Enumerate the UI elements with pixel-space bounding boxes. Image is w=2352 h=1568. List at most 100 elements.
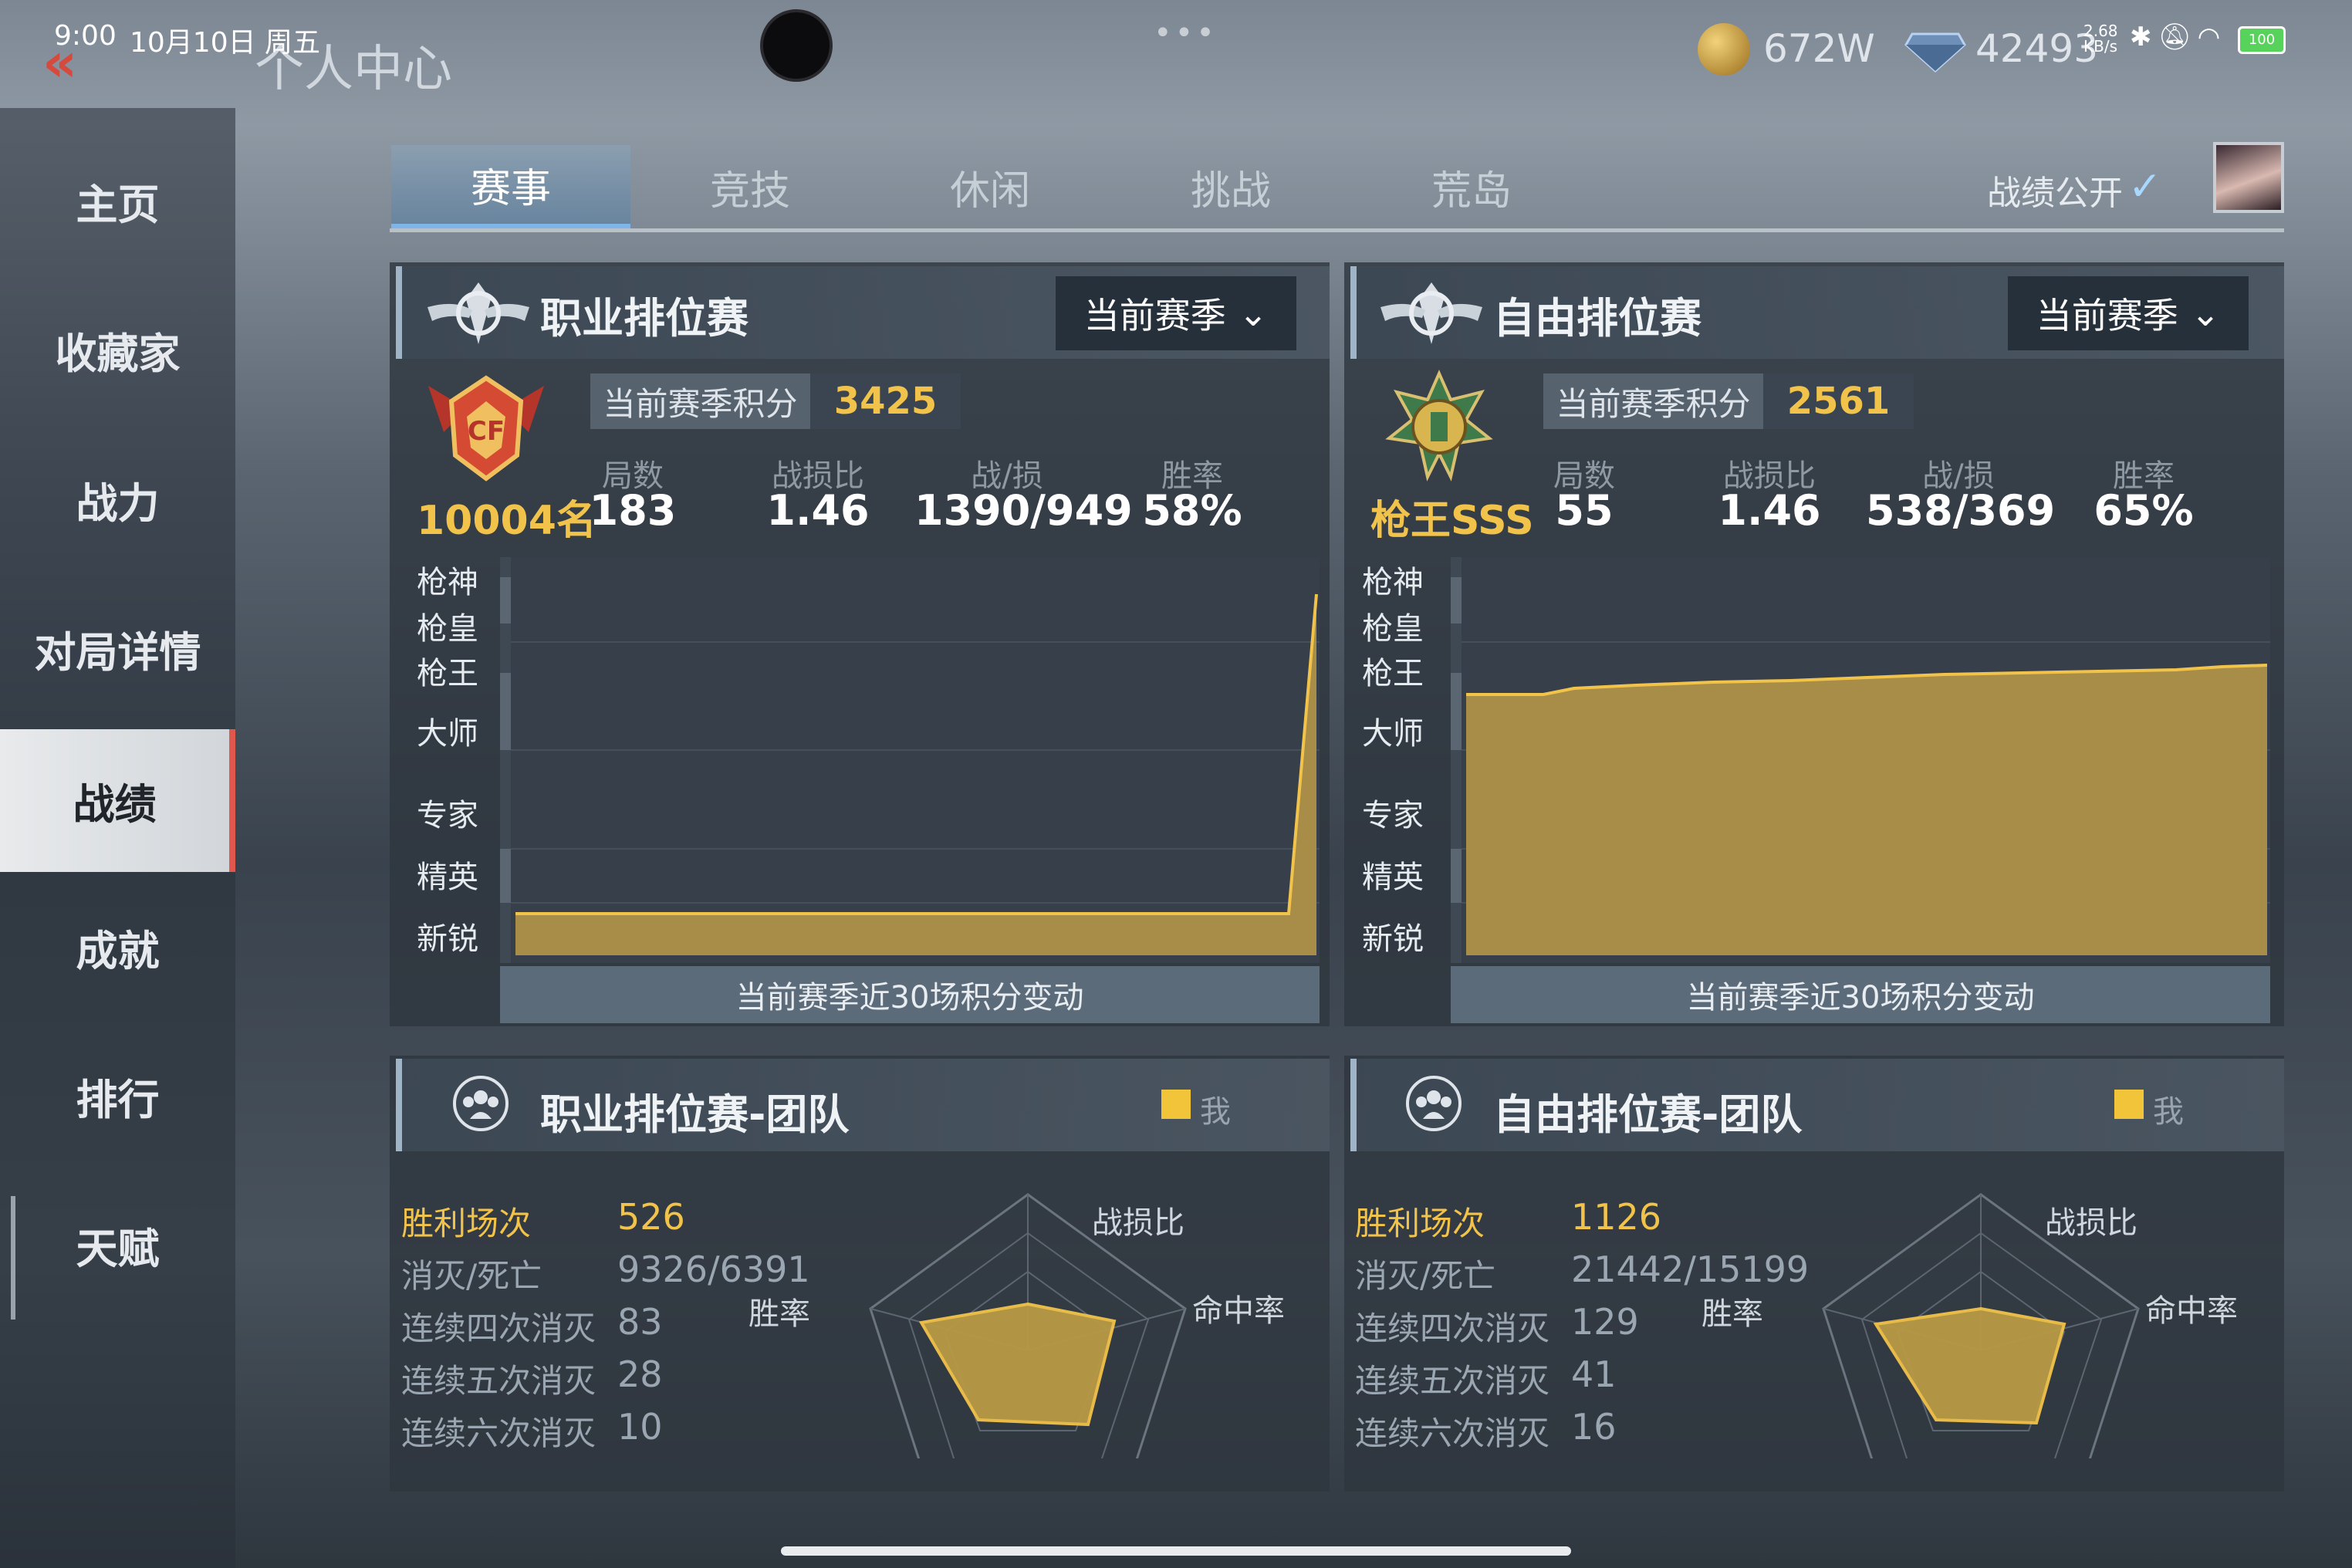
- radar-label: 胜率: [1701, 1296, 1763, 1332]
- team-stat-label: 连续五次消灭: [1355, 1362, 1550, 1400]
- free-chart-caption: 当前赛季近30场积分变动: [1451, 966, 2270, 1023]
- tab-island[interactable]: 荒岛: [1352, 145, 1591, 228]
- status-date: 10月10日 周五: [130, 27, 321, 59]
- pro-season-label: 当前赛季: [1083, 295, 1226, 336]
- sidebar-item-achievement[interactable]: 成就: [0, 874, 235, 1020]
- team-stat-value: 21442/15199: [1571, 1249, 1810, 1290]
- free-score-value: 2561: [1763, 373, 1914, 429]
- team-stat-value: 41: [1571, 1353, 1617, 1395]
- pro-stat-value: 183: [589, 486, 677, 535]
- tier-label: 新锐: [417, 921, 478, 957]
- team-stat-label: 胜利场次: [1355, 1205, 1485, 1242]
- tier-label: 枪神: [1362, 565, 1424, 600]
- tier-label: 枪皇: [417, 611, 478, 647]
- team-stat-label: 消灭/死亡: [1355, 1257, 1496, 1295]
- team-stat-label: 连续六次消灭: [401, 1414, 596, 1452]
- tab-events[interactable]: 赛事: [391, 145, 630, 228]
- radar-label: 战损比: [2045, 1205, 2137, 1241]
- radar-label: 战损比: [1092, 1205, 1184, 1241]
- network-speed-value: 2.68: [2083, 22, 2118, 40]
- team-stat-value: 28: [617, 1353, 663, 1395]
- pro-season-dropdown[interactable]: 当前赛季 ⌄: [1056, 276, 1296, 350]
- legend-swatch: [1161, 1090, 1191, 1119]
- sidebar-item-collector[interactable]: 收藏家: [0, 276, 235, 423]
- pro-rank-badge-icon: CF: [428, 375, 544, 482]
- diamond-count: 42493: [1975, 26, 2099, 71]
- legend-me-label: 我: [2153, 1094, 2184, 1130]
- bluetooth-icon: ✱: [2130, 22, 2158, 52]
- sidebar-item-home[interactable]: 主页: [0, 127, 235, 274]
- sidebar-item-record[interactable]: 战绩: [0, 729, 235, 872]
- free-score-label: 当前赛季积分: [1543, 373, 1763, 429]
- avatar[interactable]: [2213, 142, 2284, 213]
- free-stat-value: 538/369: [1866, 486, 2056, 535]
- sidebar-item-power[interactable]: 战力: [0, 426, 235, 573]
- radar-label: 胜率: [749, 1296, 810, 1332]
- team-stat-value: 129: [1571, 1301, 1639, 1343]
- pro-score-chart: [500, 557, 1320, 963]
- more-dots-icon[interactable]: •••: [1154, 15, 1218, 51]
- free-rank-badge-icon: [1385, 370, 1493, 482]
- network-speed-unit: KB/s: [2083, 37, 2117, 56]
- pro-rank-title: 职业排位赛: [540, 294, 749, 343]
- tier-label: 精英: [1362, 860, 1424, 895]
- pro-chart-caption: 当前赛季近30场积分变动: [500, 966, 1320, 1023]
- camera-cutout: [760, 9, 833, 82]
- tab-challenge[interactable]: 挑战: [1111, 145, 1350, 228]
- wings-emblem-icon: [427, 282, 529, 344]
- coin-count: 672W: [1763, 26, 1875, 71]
- team-stat-value: 16: [1571, 1406, 1617, 1448]
- chevron-down-icon: ⌄: [2190, 292, 2221, 334]
- pro-team-title: 职业排位赛-团队: [540, 1090, 850, 1139]
- tier-label: 专家: [417, 798, 478, 833]
- free-stat-value: 65%: [2093, 486, 2194, 535]
- record-public-checkbox[interactable]: ✓: [2128, 167, 2165, 207]
- pro-score-value: 3425: [810, 373, 961, 429]
- mute-icon: 🔕︎: [2158, 22, 2198, 52]
- team-icon: [453, 1076, 509, 1131]
- team-stat-value: 83: [617, 1301, 663, 1343]
- tier-label: 枪王: [417, 656, 478, 691]
- team-stat-label: 胜利场次: [401, 1205, 532, 1242]
- sidebar-item-talent[interactable]: 天赋: [0, 1171, 235, 1318]
- free-score-chart-svg: [1451, 557, 2270, 963]
- svg-text:CF: CF: [468, 416, 505, 447]
- team-stat-value: 9326/6391: [617, 1249, 810, 1290]
- team-stat-value: 526: [617, 1196, 685, 1238]
- tab-competitive[interactable]: 竞技: [630, 145, 870, 228]
- free-season-dropdown[interactable]: 当前赛季 ⌄: [2008, 276, 2249, 350]
- tier-label: 大师: [417, 716, 478, 752]
- pro-score-chart-svg: [500, 557, 1320, 963]
- sidebar-item-match-detail[interactable]: 对局详情: [0, 575, 235, 721]
- team-stat-label: 连续四次消灭: [401, 1309, 596, 1347]
- radar-label: 命中率: [1192, 1293, 1285, 1329]
- tab-casual[interactable]: 休闲: [870, 145, 1110, 228]
- sidebar-item-ranking[interactable]: 排行: [0, 1022, 235, 1169]
- tier-label: 精英: [417, 860, 478, 895]
- sidebar-scrollbar[interactable]: [11, 1196, 15, 1320]
- diamond-icon: [1904, 32, 1966, 73]
- free-stat-value: 55: [1555, 486, 1614, 535]
- tier-label: 枪神: [417, 565, 478, 600]
- tier-label: 专家: [1362, 798, 1424, 833]
- team-stat-label: 连续四次消灭: [1355, 1309, 1550, 1347]
- team-stat-value: 10: [617, 1406, 663, 1448]
- tier-label: 枪皇: [1362, 611, 1424, 647]
- free-team-title: 自由排位赛-团队: [1493, 1090, 1803, 1139]
- tier-label: 大师: [1362, 716, 1424, 752]
- wings-emblem-icon: [1380, 282, 1482, 344]
- free-score-chart: [1451, 557, 2270, 963]
- free-rank-title: 自由排位赛: [1493, 294, 1701, 343]
- battery-icon: 100: [2238, 26, 2286, 54]
- record-public-label: 战绩公开: [1987, 174, 2123, 213]
- pro-stat-value: 58%: [1142, 486, 1242, 535]
- network-speed: 2.68 KB/s: [2083, 23, 2118, 54]
- free-stat-value: 1.46: [1718, 486, 1821, 535]
- status-time: 9:00: [54, 20, 117, 52]
- coin-icon: [1698, 23, 1750, 76]
- team-stat-label: 连续五次消灭: [401, 1362, 596, 1400]
- legend-swatch: [2114, 1090, 2144, 1119]
- team-stat-label: 连续六次消灭: [1355, 1414, 1550, 1452]
- system-icons: ✱🔕︎◠: [2130, 22, 2226, 52]
- home-indicator[interactable]: [781, 1546, 1571, 1556]
